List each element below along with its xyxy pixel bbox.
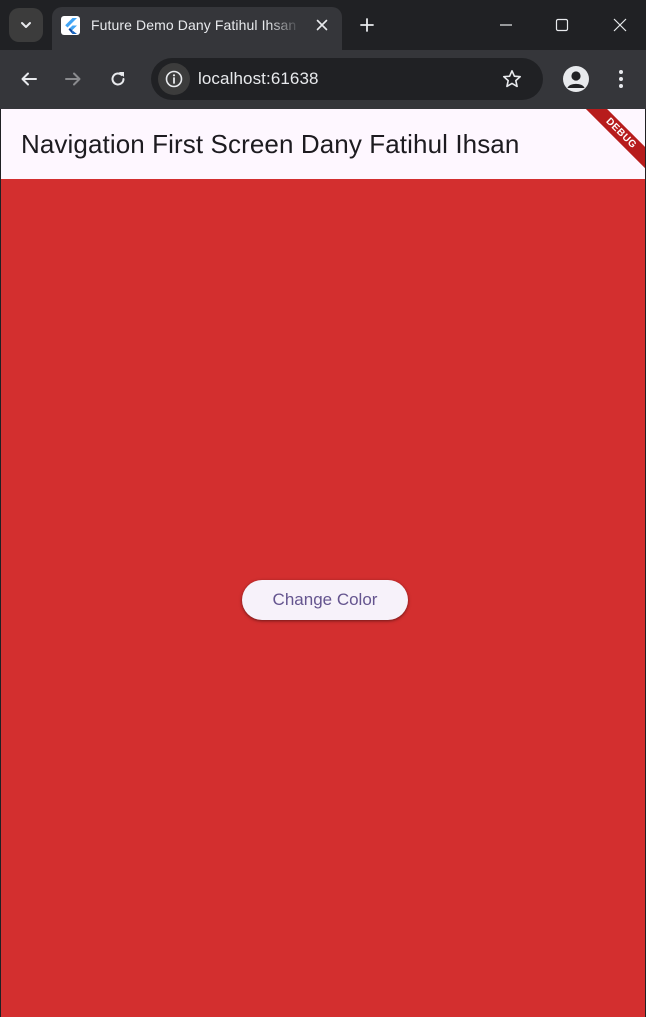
app-viewport: Navigation First Screen Dany Fatihul Ihs…	[1, 109, 645, 1017]
arrow-right-icon	[65, 72, 81, 86]
close-icon	[316, 19, 328, 31]
browser-toolbar: localhost:61638	[0, 50, 646, 109]
minimize-icon	[500, 24, 512, 26]
tab-title: Future Demo Dany Fatihul Ihsan	[91, 17, 297, 33]
chevron-down-icon	[21, 22, 31, 28]
page-title: Navigation First Screen Dany Fatihul Ihs…	[21, 129, 520, 159]
maximize-icon	[555, 18, 569, 32]
flutter-logo-icon	[61, 16, 80, 35]
back-button[interactable]	[14, 64, 44, 94]
tab-search-button[interactable]	[9, 8, 43, 42]
person-icon	[567, 71, 585, 88]
tab-strip: Future Demo Dany Fatihul Ihsan	[0, 0, 646, 50]
minimize-button[interactable]	[491, 10, 521, 40]
browser-menu-button[interactable]	[607, 65, 635, 93]
reload-button[interactable]	[103, 64, 133, 94]
star-icon	[503, 70, 521, 88]
app-bar: Navigation First Screen Dany Fatihul Ihs…	[1, 109, 645, 179]
profile-button[interactable]	[563, 66, 589, 92]
info-icon	[165, 70, 183, 88]
browser-tab[interactable]: Future Demo Dany Fatihul Ihsan	[52, 7, 342, 50]
close-tab-button[interactable]	[311, 14, 333, 36]
close-icon	[613, 18, 627, 32]
more-vert-icon	[619, 70, 623, 88]
close-window-button[interactable]	[605, 10, 635, 40]
new-tab-button[interactable]	[354, 12, 380, 38]
maximize-button[interactable]	[547, 10, 577, 40]
bookmark-button[interactable]	[499, 66, 525, 92]
reload-icon	[111, 72, 125, 86]
address-bar[interactable]: localhost:61638	[151, 58, 543, 100]
plus-icon	[360, 18, 374, 32]
forward-button[interactable]	[58, 64, 88, 94]
colored-body: Change Color	[1, 179, 645, 1017]
site-info-button[interactable]	[158, 63, 190, 95]
url-text: localhost:61638	[198, 69, 319, 88]
change-color-button[interactable]: Change Color	[242, 580, 408, 620]
arrow-left-icon	[21, 72, 37, 86]
